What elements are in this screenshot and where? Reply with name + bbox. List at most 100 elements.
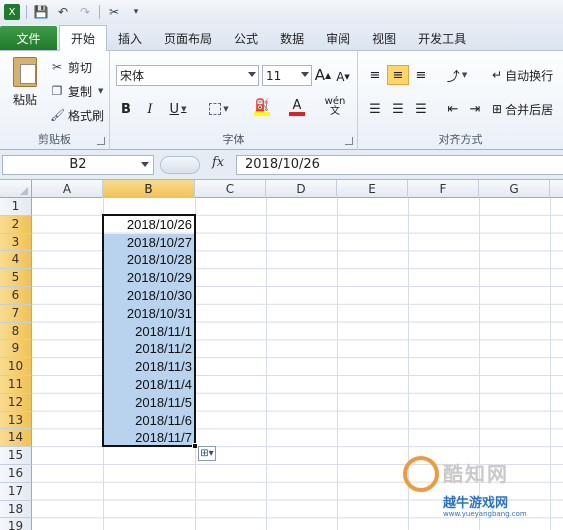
- tab-view[interactable]: 视图: [361, 26, 407, 50]
- chevron-down-icon[interactable]: ▼: [98, 87, 103, 95]
- customize-toolbar-icon[interactable]: ▾: [128, 4, 144, 20]
- font-size-select[interactable]: 11: [262, 65, 312, 86]
- cell-b11[interactable]: 2018/11/4: [103, 376, 195, 394]
- select-all-button[interactable]: [0, 180, 32, 198]
- group-label: 对齐方式: [438, 133, 483, 146]
- row-header[interactable]: 2: [0, 215, 32, 234]
- row-header[interactable]: 4: [0, 251, 32, 270]
- align-right-button[interactable]: ☰: [410, 99, 432, 119]
- dialog-launcher-icon[interactable]: [97, 137, 105, 145]
- dialog-launcher-icon[interactable]: [345, 137, 353, 145]
- row-header[interactable]: 19: [0, 518, 32, 530]
- cell-b14[interactable]: 2018/11/7: [103, 429, 195, 448]
- cell-b5[interactable]: 2018/10/29: [103, 269, 195, 287]
- orientation-button[interactable]: ⤴ ▼: [442, 65, 472, 85]
- group-label: 字体: [222, 133, 245, 146]
- row-header[interactable]: 15: [0, 447, 32, 465]
- chevron-down-icon[interactable]: [141, 162, 149, 167]
- formula-bar-handle[interactable]: [160, 156, 200, 174]
- cell-b9[interactable]: 2018/11/2: [103, 340, 195, 359]
- align-bottom-button[interactable]: ≡: [410, 65, 432, 85]
- name-box[interactable]: B2: [2, 155, 154, 175]
- tab-review[interactable]: 审阅: [315, 26, 361, 50]
- align-middle-button[interactable]: ≡: [387, 65, 409, 85]
- font-name-select[interactable]: 宋体: [116, 65, 259, 86]
- font-size-value: 11: [266, 68, 282, 83]
- paste-button[interactable]: 粘贴: [8, 57, 42, 108]
- column-header-a[interactable]: A: [32, 180, 103, 198]
- bold-button[interactable]: B: [116, 99, 136, 119]
- column-header-b[interactable]: B: [103, 180, 195, 198]
- font-color-button[interactable]: A: [282, 97, 312, 117]
- cell-b8[interactable]: 2018/11/1: [103, 322, 195, 341]
- cell-b10[interactable]: 2018/11/3: [103, 358, 195, 376]
- phonetic-button[interactable]: wén 文: [320, 97, 350, 117]
- tab-data[interactable]: 数据: [269, 26, 315, 50]
- increase-indent-button[interactable]: ⇥: [464, 99, 486, 119]
- fill-color-button[interactable]: ⛽: [246, 97, 278, 117]
- watermark-text-1: 酷知网: [443, 462, 509, 486]
- wrap-text-button[interactable]: ↵ 自动换行: [492, 65, 563, 85]
- cell-b7[interactable]: 2018/10/31: [103, 304, 195, 323]
- align-top-button[interactable]: ≡: [364, 65, 386, 85]
- row-header[interactable]: 9: [0, 340, 32, 359]
- undo-icon[interactable]: ↶: [55, 4, 71, 20]
- row-header[interactable]: 6: [0, 287, 32, 305]
- align-center-button[interactable]: ☰: [387, 99, 409, 119]
- cell-b6[interactable]: 2018/10/30: [103, 287, 195, 305]
- row-header[interactable]: 5: [0, 269, 32, 287]
- row-header[interactable]: 3: [0, 233, 32, 252]
- borders-button[interactable]: ▼: [204, 99, 234, 119]
- row-header[interactable]: 12: [0, 393, 32, 412]
- tab-formulas[interactable]: 公式: [223, 26, 269, 50]
- chevron-down-icon: [301, 72, 309, 77]
- column-header-f[interactable]: F: [408, 180, 479, 198]
- cell-b13[interactable]: 2018/11/6: [103, 411, 195, 430]
- cell-b4[interactable]: 2018/10/28: [103, 251, 195, 270]
- format-painter-label: 格式刷: [68, 108, 105, 123]
- align-left-button[interactable]: ☰: [364, 99, 386, 119]
- tab-home[interactable]: 开始: [59, 25, 108, 51]
- row-header[interactable]: 7: [0, 304, 32, 323]
- column-header-e[interactable]: E: [337, 180, 408, 198]
- cell-b2[interactable]: 2018/10/26: [103, 216, 195, 234]
- row-header[interactable]: 17: [0, 482, 32, 501]
- row-header[interactable]: 8: [0, 322, 32, 341]
- column-header-d[interactable]: D: [266, 180, 337, 198]
- format-painter-button[interactable]: 🖌 格式刷: [50, 105, 104, 125]
- cell-b12[interactable]: 2018/11/5: [103, 393, 195, 412]
- row-header[interactable]: 11: [0, 376, 32, 394]
- watermark-logo-icon: [403, 456, 439, 492]
- tools-icon[interactable]: ✂: [106, 4, 122, 20]
- row-header[interactable]: 13: [0, 411, 32, 430]
- decrease-indent-button[interactable]: ⇤: [442, 99, 464, 119]
- formula-input[interactable]: 2018/10/26: [236, 155, 563, 175]
- tab-file[interactable]: 文件: [0, 26, 57, 50]
- row-header[interactable]: 18: [0, 500, 32, 519]
- grow-font-button[interactable]: A ▲: [314, 65, 332, 85]
- alignment-group: ≡ ≡ ≡ ⤴ ▼ ↵ 自动换行 ☰ ☰ ☰ ⇤ ⇥ ⊞ 合并后居 对齐方式: [358, 51, 563, 150]
- tab-page-layout[interactable]: 页面布局: [153, 26, 223, 50]
- row-header[interactable]: 16: [0, 465, 32, 483]
- row-header[interactable]: 14: [0, 429, 32, 448]
- cell-b3[interactable]: 2018/10/27: [103, 233, 195, 252]
- watermark: 酷知网 越牛游戏网 www.yueyangbang.com: [403, 456, 553, 526]
- shrink-font-button[interactable]: A ▼: [334, 67, 352, 87]
- row-header[interactable]: 10: [0, 358, 32, 376]
- column-header-g[interactable]: G: [479, 180, 550, 198]
- underline-button[interactable]: U ▼: [164, 99, 192, 119]
- tab-developer[interactable]: 开发工具: [407, 26, 477, 50]
- column-header-h[interactable]: [550, 180, 563, 198]
- row-header[interactable]: 1: [0, 198, 32, 216]
- borders-icon: [209, 103, 222, 115]
- save-icon[interactable]: 💾: [33, 4, 49, 20]
- tab-insert[interactable]: 插入: [107, 26, 153, 50]
- copy-button[interactable]: ❐ 复制 ▼: [50, 81, 104, 101]
- merge-center-button[interactable]: ⊞ 合并后居: [492, 99, 563, 119]
- column-header-c[interactable]: C: [195, 180, 266, 198]
- cut-button[interactable]: ✂ 剪切: [50, 57, 92, 77]
- redo-icon[interactable]: ↷: [77, 4, 93, 20]
- auto-fill-options-icon[interactable]: ⊞▾: [198, 446, 216, 461]
- italic-button[interactable]: I: [140, 99, 160, 119]
- insert-function-icon[interactable]: fx: [212, 155, 224, 170]
